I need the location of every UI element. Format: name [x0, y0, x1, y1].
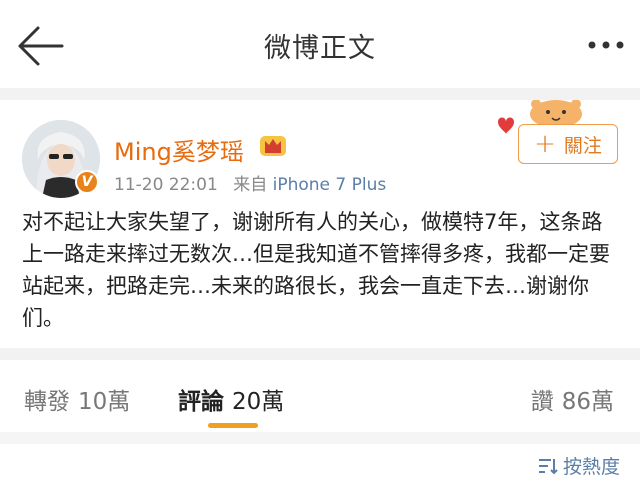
tab-count: 10萬: [78, 389, 131, 415]
tab-count: 20萬: [232, 389, 285, 415]
tab-label: 評論: [178, 389, 224, 415]
sort-bar: 按熱度: [0, 444, 640, 480]
post-tabs: 轉發 10萬 評論 20萬 讚 86萬: [0, 360, 640, 432]
vip-crown-icon: [260, 136, 286, 156]
verified-badge: V: [75, 170, 99, 194]
follow-label: 關注: [563, 134, 602, 157]
tab-likes[interactable]: 讚 86萬: [531, 382, 614, 416]
post-meta: 11-20 22:01 来自 iPhone 7 Plus: [114, 170, 386, 195]
tab-comments[interactable]: 評論 20萬: [178, 382, 284, 416]
plus-icon: +: [534, 129, 556, 159]
post-time: 11-20 22:01: [114, 175, 218, 195]
follow-button[interactable]: + 關注: [518, 124, 618, 164]
source-prefix: 来自: [233, 175, 268, 195]
username[interactable]: Ming奚梦瑶: [114, 132, 244, 167]
more-dots-icon: [588, 41, 624, 49]
post-card: V Ming奚梦瑶 11-20 22:01 来自 iPhone 7 Plus +…: [0, 100, 640, 348]
post-source[interactable]: iPhone 7 Plus: [273, 175, 387, 195]
active-tab-indicator: [208, 423, 258, 428]
post-content: 对不起让大家失望了，谢谢所有人的关心，做模特7年，这条路上一路走来摔过无数次…但…: [22, 210, 610, 330]
sort-label: 按熱度: [562, 456, 620, 478]
page-title: 微博正文: [264, 33, 376, 64]
tab-reposts[interactable]: 轉發 10萬: [24, 382, 130, 416]
more-options-button[interactable]: [586, 30, 626, 60]
sort-icon: [538, 458, 558, 474]
top-nav-bar: 微博正文: [0, 0, 640, 88]
tab-count: 86萬: [561, 389, 614, 415]
tab-label: 讚: [530, 389, 554, 415]
section-divider: [0, 348, 640, 360]
tab-label: 轉發: [24, 389, 70, 415]
section-divider: [0, 432, 640, 444]
sort-button[interactable]: 按熱度: [537, 452, 620, 479]
section-divider: [0, 88, 640, 100]
